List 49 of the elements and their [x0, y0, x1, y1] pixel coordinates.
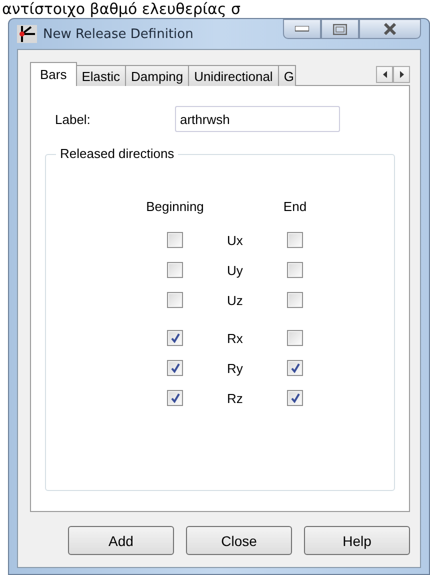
check-icon — [291, 393, 300, 403]
checkbox[interactable] — [167, 232, 183, 248]
right-arrow-icon — [400, 70, 404, 78]
checkbox[interactable] — [287, 232, 303, 248]
check-icon — [171, 393, 180, 403]
dialog-button[interactable]: Close — [186, 526, 292, 555]
left-arrow-icon — [382, 70, 386, 78]
minimize-icon — [295, 26, 309, 32]
check-icon — [171, 363, 180, 373]
window-title: New Release Definition — [43, 26, 194, 42]
checkbox[interactable] — [167, 262, 183, 278]
scroll-left-button[interactable] — [376, 66, 393, 82]
checkbox[interactable] — [167, 330, 183, 346]
checkbox[interactable] — [287, 360, 303, 376]
maximize-icon — [333, 24, 347, 34]
close-button[interactable] — [359, 19, 421, 39]
checkbox[interactable] — [287, 390, 303, 406]
minimize-button[interactable] — [283, 19, 321, 39]
label-label: Label: — [55, 112, 92, 126]
direction-label: Ux — [227, 232, 243, 248]
release-icon — [17, 25, 37, 43]
checkbox[interactable] — [167, 360, 183, 376]
check-icon — [171, 333, 180, 343]
checkbox[interactable] — [287, 262, 303, 278]
scroll-right-button[interactable] — [393, 66, 410, 82]
column-header: End — [283, 199, 307, 214]
direction-label: Uz — [227, 292, 243, 308]
tab[interactable]: Damping — [125, 65, 190, 86]
checkbox[interactable] — [167, 292, 183, 308]
caption-text: αντίστοιχο βαθμό ελευθερίας σ — [1, 0, 242, 18]
checkbox[interactable] — [287, 292, 303, 308]
dialog-button[interactable]: Add — [68, 526, 174, 555]
check-icon — [291, 363, 300, 373]
tab[interactable]: G — [278, 65, 296, 86]
maximize-button[interactable] — [321, 19, 359, 39]
direction-label: Rz — [227, 390, 243, 406]
close-icon — [383, 23, 397, 35]
tab[interactable]: Unidirectional — [188, 65, 279, 86]
checkbox[interactable] — [287, 330, 303, 346]
direction-label: Rx — [227, 330, 243, 346]
dialog-button[interactable]: Help — [304, 526, 410, 555]
label-input-field[interactable]: arthrwsh — [175, 106, 340, 132]
direction-label: Ry — [227, 360, 243, 376]
tab[interactable]: Elastic — [76, 65, 126, 86]
checkbox[interactable] — [167, 390, 183, 406]
direction-label: Uy — [227, 262, 243, 278]
group-title: Released directions — [56, 146, 178, 161]
column-header: Beginning — [146, 199, 204, 214]
tab[interactable]: Bars — [30, 62, 77, 86]
